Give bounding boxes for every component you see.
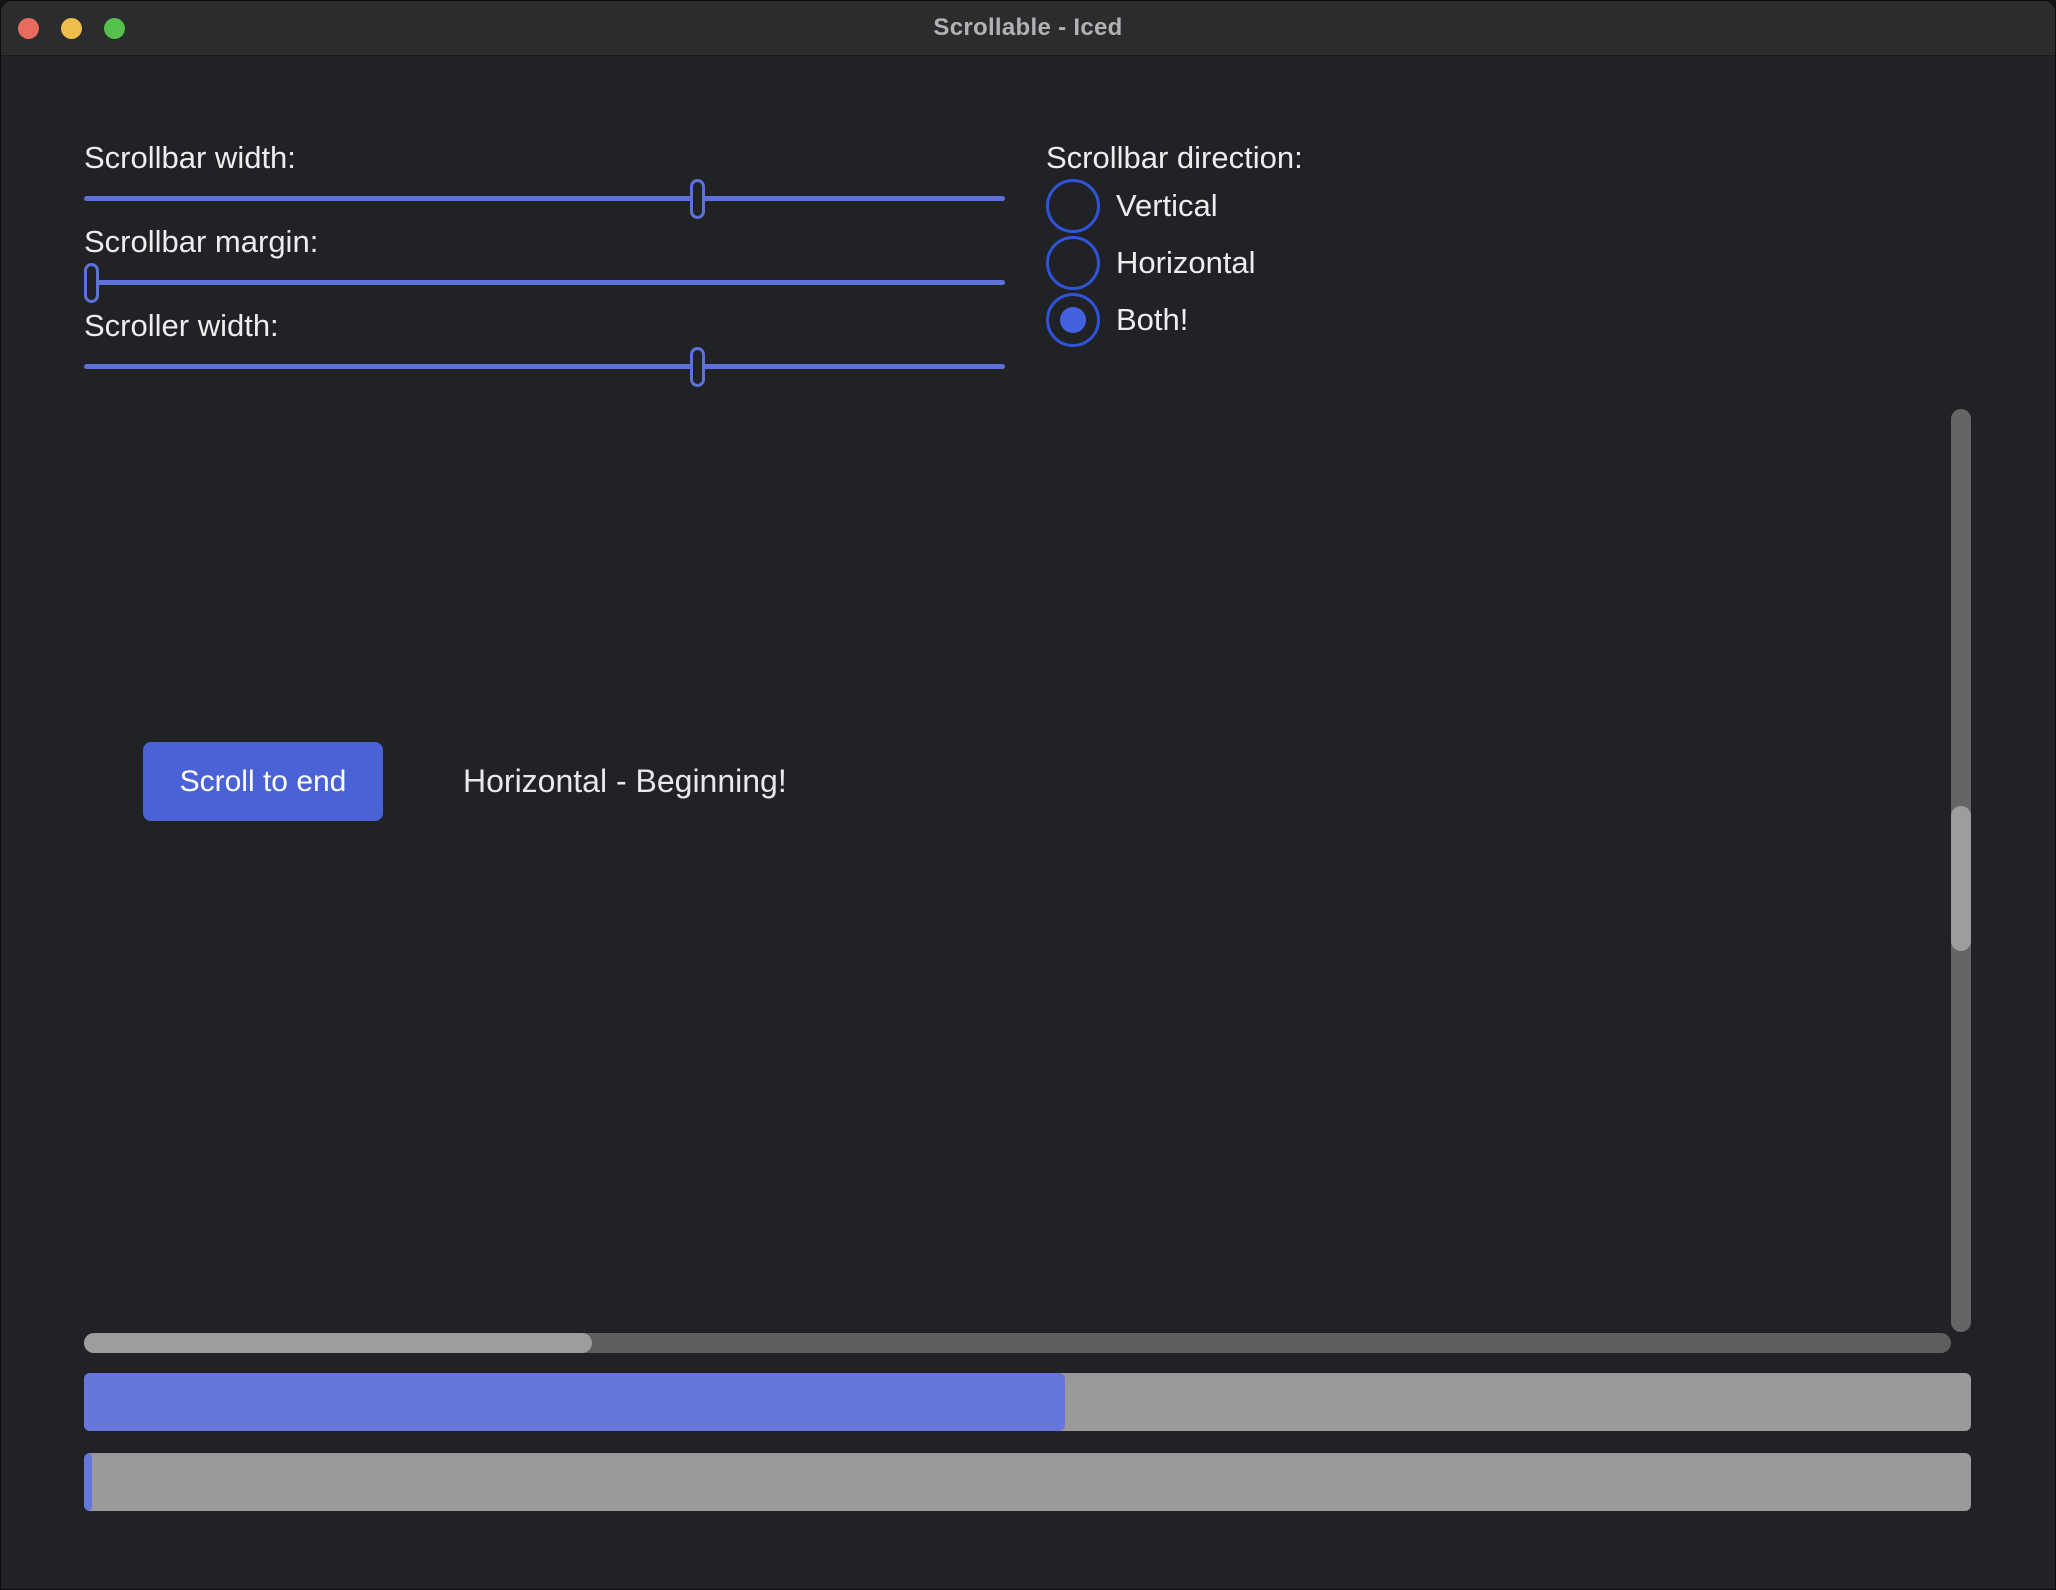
scrollbar-margin-label: Scrollbar margin:	[84, 223, 318, 261]
scrollbar-direction-radio-group: Scrollbar direction: Vertical Horizontal…	[1046, 139, 1303, 348]
minimize-button[interactable]	[61, 18, 82, 39]
radio-circle[interactable]	[1046, 179, 1100, 233]
horizontal-scrollbar[interactable]	[84, 1333, 1951, 1353]
horizontal-progress-bar	[84, 1373, 1971, 1431]
progress-fill	[84, 1373, 1065, 1431]
radio-circle[interactable]	[1046, 293, 1100, 347]
radio-option-both[interactable]: Both!	[1046, 291, 1303, 348]
slider-handle[interactable]	[690, 179, 705, 219]
slider-handle[interactable]	[690, 347, 705, 387]
window-title: Scrollable - Iced	[933, 14, 1122, 42]
progress-fill	[84, 1453, 92, 1511]
scroller-width-label: Scroller width:	[84, 307, 279, 345]
radio-dot	[1060, 307, 1086, 333]
radio-option-horizontal[interactable]: Horizontal	[1046, 234, 1303, 291]
slider-track[interactable]	[84, 364, 1005, 369]
scrollbar-width-label: Scrollbar width:	[84, 139, 296, 177]
radio-label[interactable]: Both!	[1116, 302, 1188, 338]
scroller-width-slider[interactable]	[84, 347, 1005, 387]
titlebar: Scrollable - Iced	[1, 1, 2055, 56]
zoom-button[interactable]	[104, 18, 125, 39]
close-button[interactable]	[18, 18, 39, 39]
app-window: Scrollable - Iced Scrollbar width: Scrol…	[0, 0, 2056, 1590]
traffic-lights	[18, 1, 125, 55]
radio-circle[interactable]	[1046, 236, 1100, 290]
horizontal-scrollbar-thumb[interactable]	[84, 1333, 592, 1353]
slider-handle[interactable]	[84, 263, 99, 303]
scroll-status-text: Horizontal - Beginning!	[463, 742, 787, 821]
scroll-to-end-button[interactable]: Scroll to end	[143, 742, 383, 821]
vertical-progress-bar	[84, 1453, 1971, 1511]
radio-label[interactable]: Vertical	[1116, 188, 1218, 224]
radio-option-vertical[interactable]: Vertical	[1046, 177, 1303, 234]
radio-label[interactable]: Horizontal	[1116, 245, 1256, 281]
scrollbar-margin-slider[interactable]	[84, 263, 1005, 303]
vertical-scrollbar-thumb[interactable]	[1951, 806, 1971, 951]
slider-track[interactable]	[84, 280, 1005, 285]
vertical-scrollbar[interactable]	[1951, 409, 1971, 1332]
scrollbar-width-slider[interactable]	[84, 179, 1005, 219]
scrollbar-direction-label: Scrollbar direction:	[1046, 139, 1303, 177]
slider-track[interactable]	[84, 196, 1005, 201]
